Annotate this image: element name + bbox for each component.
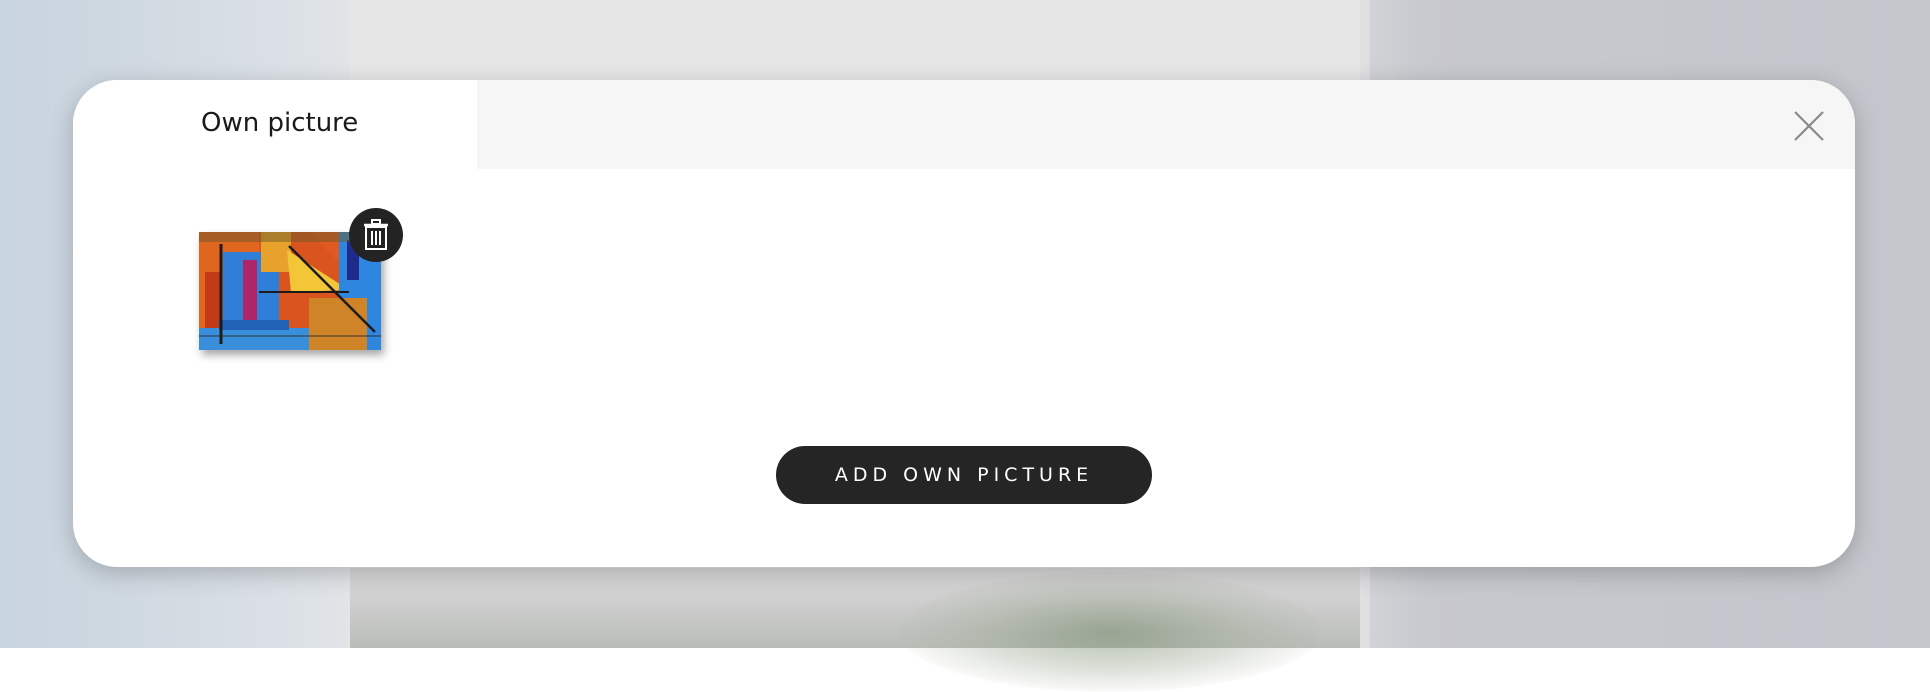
background-plant xyxy=(900,572,1320,692)
tab-own-picture[interactable]: Own picture xyxy=(73,80,477,169)
trash-icon xyxy=(364,219,388,250)
delete-picture-button[interactable] xyxy=(349,208,403,262)
background-wall-top xyxy=(350,0,1360,80)
close-button[interactable] xyxy=(1787,104,1831,148)
tab-own-picture-label: Own picture xyxy=(201,108,359,138)
close-icon xyxy=(1794,111,1824,141)
add-own-picture-button[interactable]: ADD OWN PICTURE xyxy=(776,446,1152,504)
own-picture-modal: Own picture ADD OWN PICTURE xyxy=(73,80,1855,567)
